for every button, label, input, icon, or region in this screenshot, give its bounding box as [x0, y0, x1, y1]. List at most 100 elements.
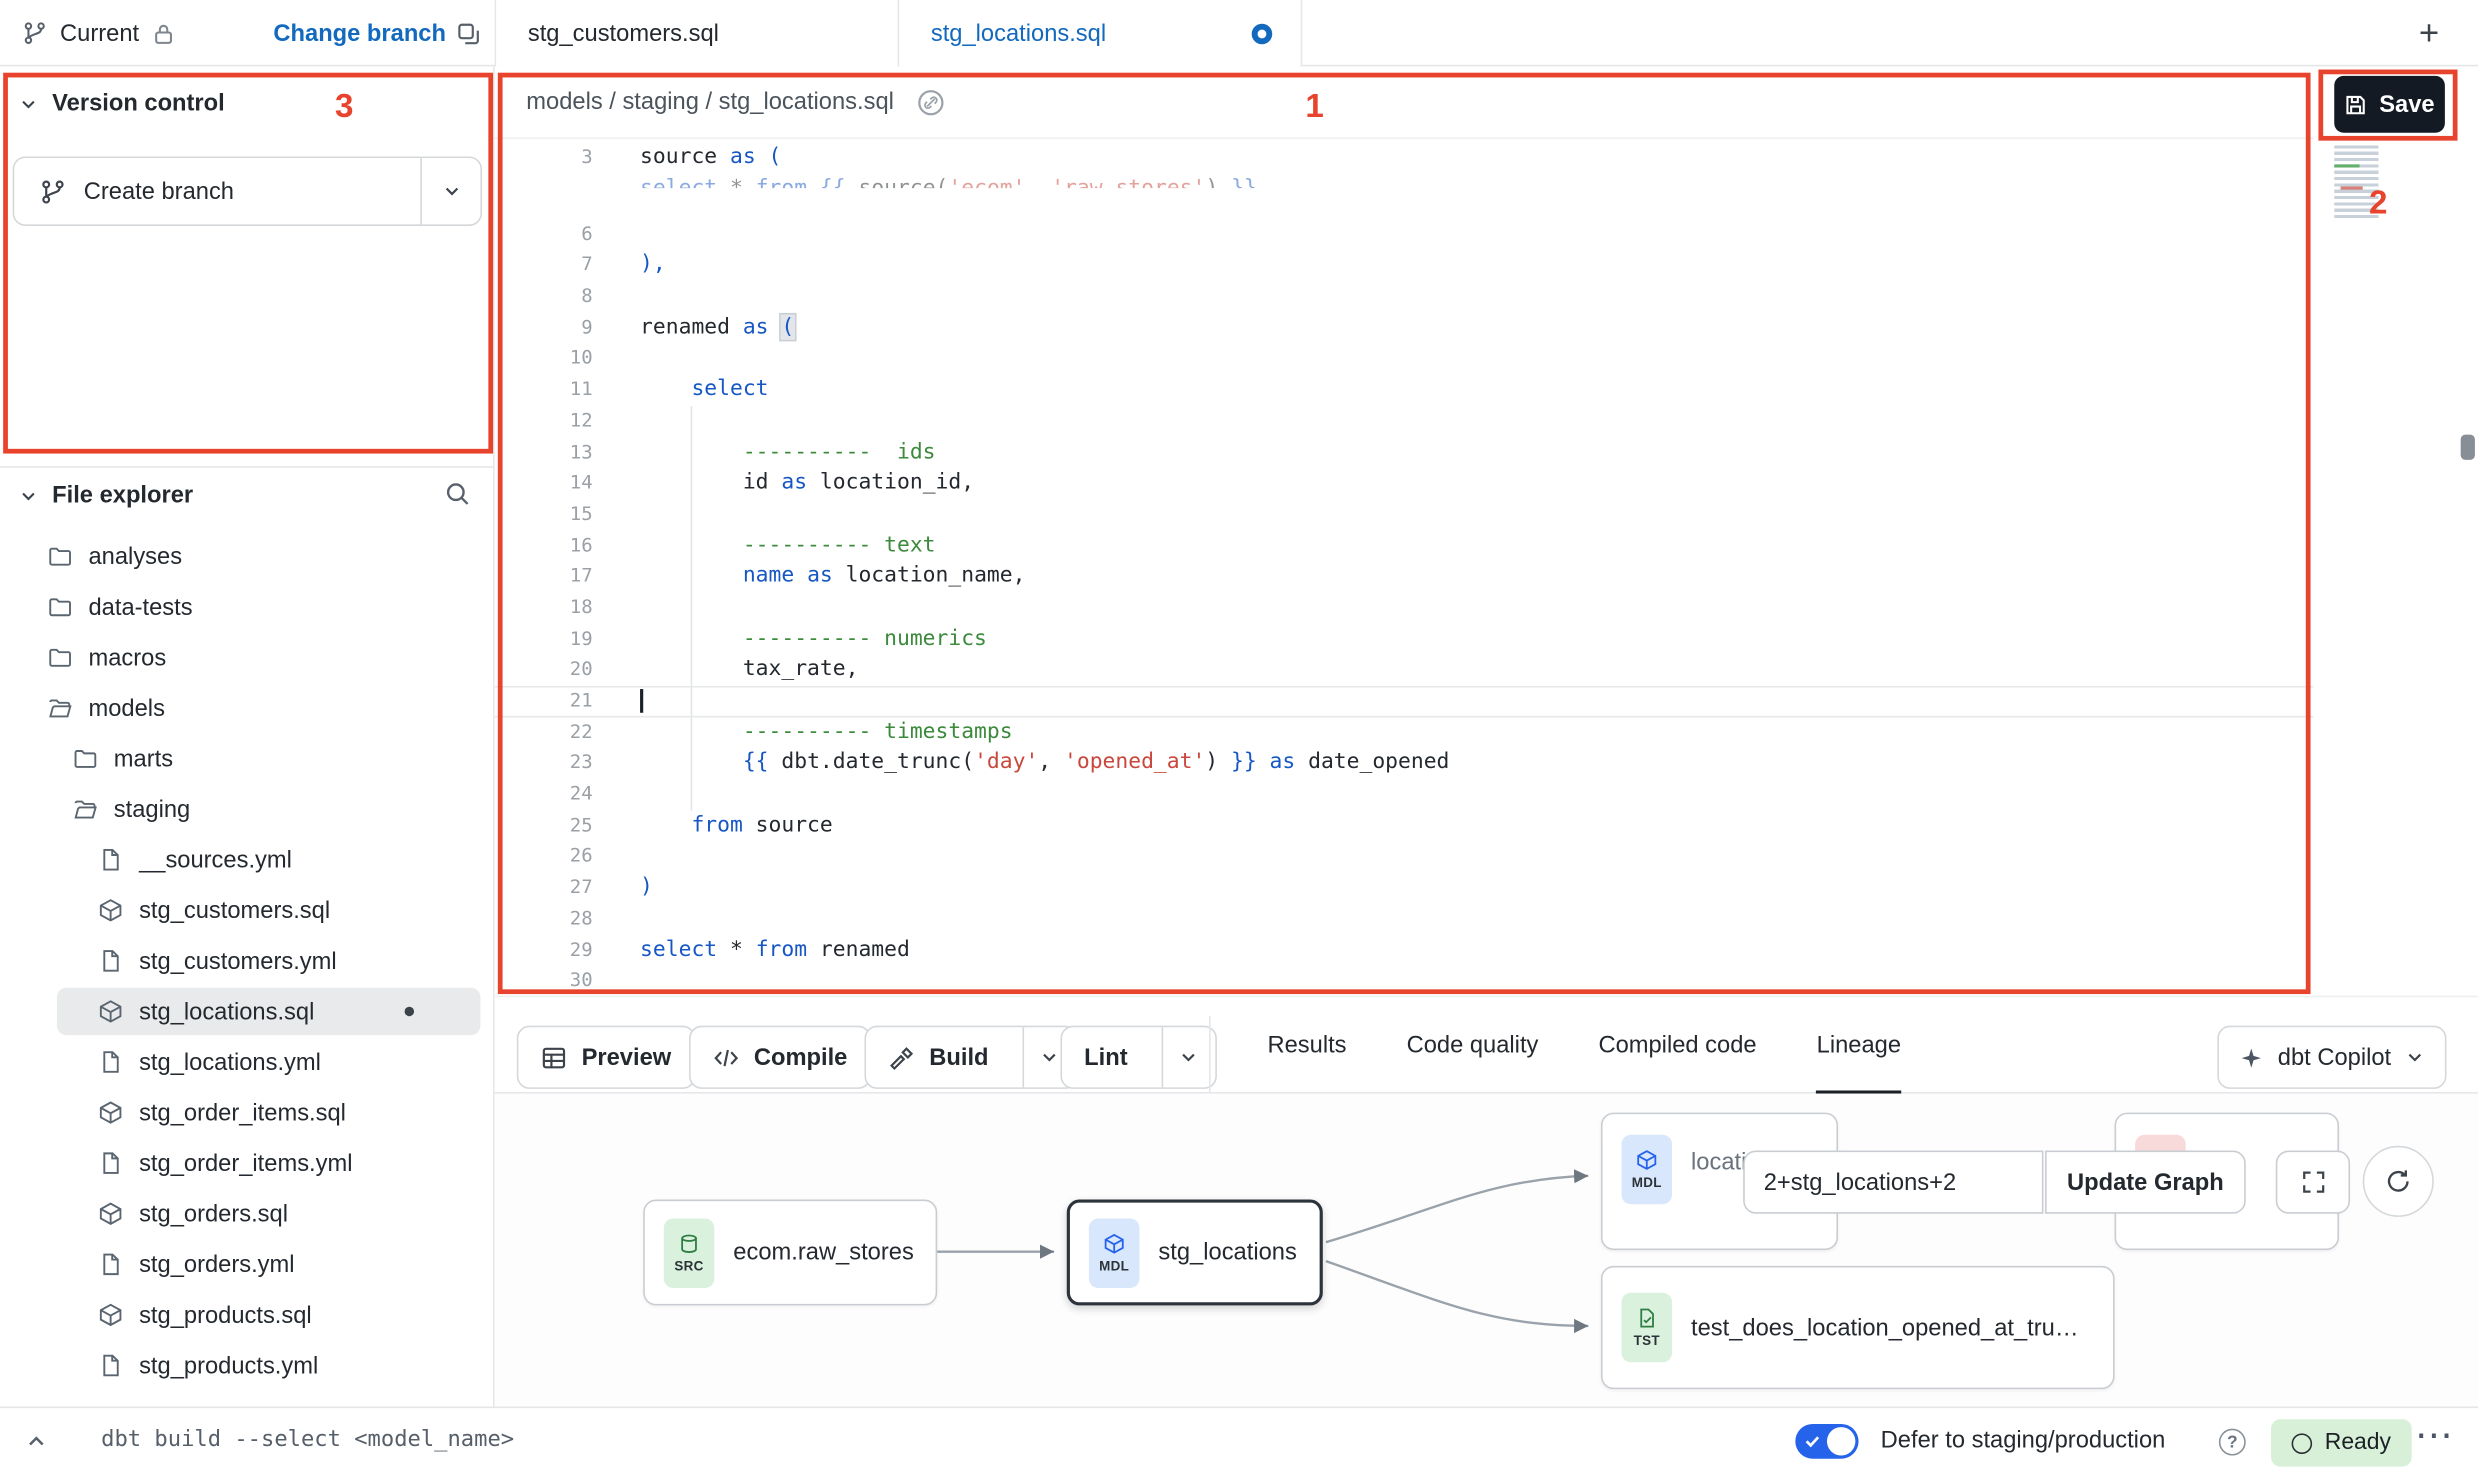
build-label: Build — [929, 1044, 988, 1071]
code-line-14[interactable]: 14 id as location_id, — [495, 468, 2314, 499]
file-item-stg_orders.sql[interactable]: stg_orders.sql — [0, 1188, 493, 1239]
chevron-up-icon[interactable] — [25, 1430, 47, 1452]
link-icon[interactable] — [916, 88, 944, 116]
file-item-stg_order_items.yml[interactable]: stg_order_items.yml — [0, 1138, 493, 1189]
line-number: 6 — [495, 219, 593, 250]
code-line-13[interactable]: 13 ---------- ids — [495, 437, 2314, 468]
search-icon[interactable] — [444, 480, 471, 507]
scrollbar-thumb[interactable] — [2461, 435, 2475, 460]
file-item-staging[interactable]: staging — [0, 784, 493, 835]
line-number: 26 — [495, 841, 593, 872]
code-line-23[interactable]: 23 {{ dbt.date_trunc('day', 'opened_at')… — [495, 748, 2314, 779]
file-item-analyses[interactable]: analyses — [0, 531, 493, 582]
lineage-node-stg-locations[interactable]: MDL stg_locations — [1067, 1200, 1323, 1306]
file-icon — [98, 948, 123, 973]
code-line-18[interactable]: 18 — [495, 593, 2314, 624]
file-item-__sources.yml[interactable]: __sources.yml — [0, 834, 493, 885]
code-line-17[interactable]: 17 name as location_name, — [495, 561, 2314, 592]
panel-tab-code-quality[interactable]: Code quality — [1407, 997, 1539, 1093]
refresh-button[interactable] — [2363, 1146, 2434, 1217]
code-line-27[interactable]: 27) — [495, 873, 2314, 904]
lint-dropdown[interactable] — [1161, 1027, 1215, 1087]
line-content — [640, 841, 2314, 872]
panel-tab-compiled-code[interactable]: Compiled code — [1598, 997, 1756, 1093]
line-content: ---------- text — [640, 530, 2314, 561]
code-line-6[interactable]: 6 — [495, 219, 2314, 250]
file-label: stg_orders.yml — [139, 1251, 294, 1278]
code-line-21[interactable]: 21 — [495, 686, 2314, 717]
file-item-stg_products.sql[interactable]: stg_products.sql — [0, 1290, 493, 1341]
compile-button[interactable]: Compile — [689, 1026, 871, 1089]
editor-tabs: stg_customers.sqlstg_locations.sql — [495, 0, 1303, 66]
code-line-29[interactable]: 29select * from renamed — [495, 935, 2314, 966]
code-line-12[interactable]: 12 — [495, 406, 2314, 437]
line-number: 18 — [495, 593, 593, 624]
lineage-search-input[interactable] — [1743, 1151, 2043, 1214]
file-item-models[interactable]: models — [0, 683, 493, 734]
copy-branch-icon[interactable] — [455, 21, 482, 48]
editor-scrollbar[interactable] — [2459, 66, 2476, 995]
lineage-node-source[interactable]: SRC ecom.raw_stores — [643, 1200, 937, 1306]
minimap[interactable] — [2334, 145, 2378, 218]
fullscreen-button[interactable] — [2276, 1151, 2350, 1214]
help-icon[interactable]: ? — [2219, 1429, 2246, 1456]
file-item-stg_products.yml[interactable]: stg_products.yml — [0, 1340, 493, 1391]
file-item-stg_orders.yml[interactable]: stg_orders.yml — [0, 1239, 493, 1290]
file-item-macros[interactable]: macros — [0, 632, 493, 683]
defer-toggle[interactable] — [1795, 1424, 1858, 1459]
create-branch-button[interactable]: Create branch — [13, 156, 482, 226]
code-line-11[interactable]: 11 select — [495, 375, 2314, 406]
code-line-8[interactable]: 8 — [495, 281, 2314, 312]
file-label: models — [89, 695, 165, 722]
file-item-stg_customers.sql[interactable]: stg_customers.sql — [0, 885, 493, 936]
panel-tab-lineage[interactable]: Lineage — [1817, 997, 1901, 1093]
code-line-3[interactable]: 3source as ( — [495, 142, 2314, 173]
build-button[interactable]: Build — [866, 1027, 1007, 1087]
editor-tab-stg_locations.sql[interactable]: stg_locations.sql — [899, 0, 1302, 66]
code-line-20[interactable]: 20 tax_rate, — [495, 655, 2314, 686]
code-line-9[interactable]: 9renamed as ( — [495, 313, 2314, 344]
unsaved-indicator-icon — [1252, 23, 1273, 44]
lineage-canvas[interactable]: SRC ecom.raw_stores MDL stg_locations MD… — [495, 1094, 2478, 1408]
code-line-24[interactable]: 24 — [495, 779, 2314, 810]
preview-button[interactable]: Preview — [517, 1026, 695, 1089]
version-control-header[interactable]: Version control — [19, 90, 225, 117]
overflow-menu-button[interactable]: ⋯ — [2415, 1413, 2455, 1459]
save-button[interactable]: Save — [2334, 76, 2445, 133]
file-explorer-header[interactable]: File explorer — [19, 482, 193, 509]
badge-text: TST — [1634, 1332, 1660, 1348]
code-line-25[interactable]: 25 from source — [495, 810, 2314, 841]
code-line-7[interactable]: 7), — [495, 250, 2314, 281]
status-badge[interactable]: Ready — [2271, 1419, 2412, 1466]
file-item-data-tests[interactable]: data-tests — [0, 582, 493, 633]
new-tab-button[interactable]: + — [2405, 9, 2452, 56]
code-line-10[interactable]: 10 — [495, 344, 2314, 375]
file-item-stg_locations.sql[interactable]: stg_locations.sql — [0, 986, 493, 1037]
editor-tab-stg_customers.sql[interactable]: stg_customers.sql — [496, 0, 899, 66]
line-content — [640, 966, 2314, 996]
dbt-copilot-button[interactable]: dbt Copilot — [2218, 1026, 2447, 1089]
create-branch-dropdown[interactable] — [420, 158, 480, 224]
panel-tab-results[interactable]: Results — [1267, 997, 1346, 1093]
current-branch[interactable]: Current — [22, 0, 175, 66]
code-line-15[interactable]: 15 — [495, 499, 2314, 530]
lineage-node-test[interactable]: TST test_does_location_opened_at_trunc_t… — [1601, 1266, 2115, 1389]
change-branch-link[interactable]: Change branch — [273, 0, 446, 66]
file-item-stg_order_items.sql[interactable]: stg_order_items.sql — [0, 1087, 493, 1138]
code-line-30[interactable]: 30 — [495, 966, 2314, 996]
file-item-stg_customers.yml[interactable]: stg_customers.yml — [0, 936, 493, 987]
code-line-22[interactable]: 22 ---------- timestamps — [495, 717, 2314, 748]
code-editor[interactable]: 3source as (select * from {{ source('eco… — [495, 139, 2314, 996]
code-line-4[interactable]: select * from {{ source('ecom', 'raw_sto… — [495, 173, 2314, 219]
code-line-19[interactable]: 19 ---------- numerics — [495, 624, 2314, 655]
code-line-16[interactable]: 16 ---------- text — [495, 530, 2314, 561]
file-item-marts[interactable]: marts — [0, 733, 493, 784]
code-line-28[interactable]: 28 — [495, 904, 2314, 935]
update-graph-button[interactable]: Update Graph — [2045, 1151, 2246, 1214]
lint-button[interactable]: Lint — [1062, 1027, 1147, 1087]
code-line-26[interactable]: 26 — [495, 841, 2314, 872]
chevron-down-icon — [19, 94, 38, 113]
file-item-stg_locations.yml[interactable]: stg_locations.yml — [0, 1037, 493, 1088]
file-label: macros — [89, 644, 167, 671]
cli-command[interactable]: dbt build --select <model_name> — [101, 1427, 514, 1452]
